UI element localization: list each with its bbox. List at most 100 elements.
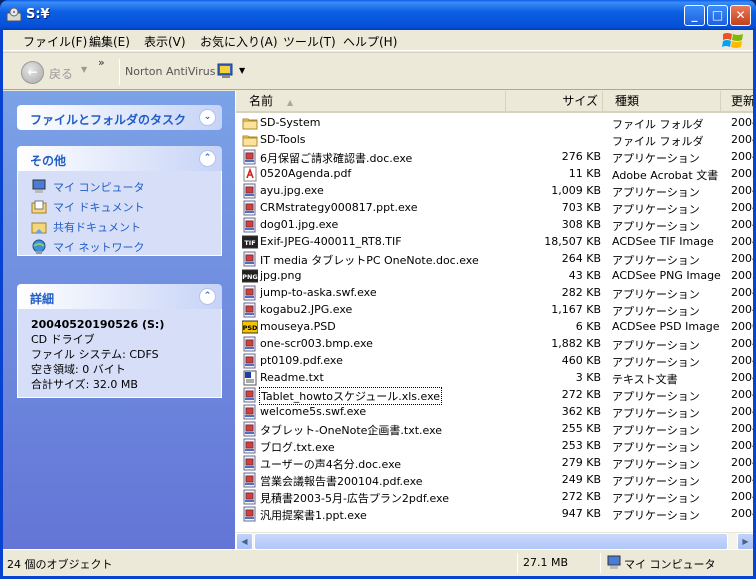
menu-help[interactable]: ヘルプ(H)	[343, 33, 397, 50]
link-label: マイ ドキュメント	[53, 201, 145, 214]
scroll-left-icon[interactable]: ◀	[236, 533, 253, 549]
collapse-icon[interactable]: ⌃	[199, 150, 216, 167]
menu-view[interactable]: 表示(V)	[144, 33, 186, 50]
menu-tools[interactable]: ツール(T)	[283, 33, 336, 50]
panel-title: 詳細	[30, 292, 55, 306]
drive-name: 20040520190526 (S:)	[31, 318, 165, 331]
file-row[interactable]: ユーザーの声4名分.doc.exe 279 KB アプリケーション 2004	[236, 455, 753, 472]
file-name: 見積書2003-5月-広告プラン2pdf.exe	[260, 492, 449, 505]
my-computer-icon	[607, 555, 621, 569]
file-type: アプリケーション	[612, 203, 700, 216]
column-date[interactable]: 更新	[721, 91, 753, 111]
file-name: mouseya.PSD	[260, 320, 336, 333]
file-type: ファイル フォルダ	[612, 118, 704, 131]
exe-file-icon	[242, 302, 258, 318]
file-row[interactable]: 見積書2003-5月-広告プラン2pdf.exe 272 KB アプリケーション 20…	[236, 489, 753, 506]
back-button[interactable]: ← 戻る ▼	[21, 61, 91, 85]
file-row[interactable]: dog01.jpg.exe 308 KB アプリケーション 2004	[236, 217, 753, 234]
drive-total-size: 合計サイズ: 32.0 MB	[31, 378, 138, 391]
window-title: S:¥	[26, 7, 50, 22]
panel-header-details[interactable]: 詳細 ⌃	[17, 284, 222, 309]
toolbar-separator	[119, 59, 120, 85]
column-name[interactable]: 名前 ▲	[236, 91, 506, 111]
exe-file-icon	[242, 217, 258, 233]
file-type: アプリケーション	[612, 305, 700, 318]
close-button[interactable]: ✕	[730, 5, 751, 26]
back-arrow-icon: ←	[21, 61, 44, 84]
status-object-count: 24 個のオブジェクト	[7, 558, 113, 571]
link-my-network[interactable]: マイ ネットワーク	[31, 237, 208, 257]
file-row[interactable]: ayu.jpg.exe 1,009 KB アプリケーション 2004	[236, 183, 753, 200]
file-row[interactable]: TIF Exif-JPEG-400011_RT8.TIF 18,507 KB ACDS…	[236, 234, 753, 251]
minimize-button[interactable]: _	[684, 5, 705, 26]
file-name: Readme.txt	[260, 371, 324, 384]
file-row[interactable]: welcome5s.swf.exe 362 KB アプリケーション 2004	[236, 404, 753, 421]
maximize-button[interactable]: □	[707, 5, 728, 26]
menu-edit[interactable]: 編集(E)	[89, 33, 130, 50]
panel-body-other: マイ コンピュータ マイ ドキュメント 共有ドキュメント マイ ネットワーク	[17, 171, 222, 256]
file-type: アプリケーション	[612, 458, 700, 471]
file-row[interactable]: pt0109.pdf.exe 460 KB アプリケーション 2004	[236, 353, 753, 370]
dropdown-arrow-icon[interactable]: ▼	[81, 65, 87, 74]
file-row[interactable]: SD-System ファイル フォルダ 2004	[236, 115, 753, 132]
link-label: 共有ドキュメント	[53, 221, 141, 234]
norton-antivirus-label[interactable]: Norton AntiVirus	[125, 65, 215, 78]
file-row[interactable]: タブレット-OneNote企画書.txt.exe 255 KB アプリケーション 20…	[236, 421, 753, 438]
file-date: 2004	[731, 218, 753, 231]
file-name: kogabu2.JPG.exe	[260, 303, 353, 316]
file-row[interactable]: jump-to-aska.swf.exe 282 KB アプリケーション 2004	[236, 285, 753, 302]
column-type[interactable]: 種類	[603, 91, 721, 111]
norton-antivirus-icon[interactable]	[217, 62, 235, 80]
file-name: IT media タブレットPC OneNote.doc.exe	[260, 254, 479, 267]
toolbar-chevron[interactable]: »	[98, 56, 105, 69]
pdf-file-icon	[242, 166, 258, 182]
file-row[interactable]: CRMstrategy000817.ppt.exe 703 KB アプリケーション 2…	[236, 200, 753, 217]
file-name: ブログ.txt.exe	[260, 441, 335, 454]
file-row[interactable]: IT media タブレットPC OneNote.doc.exe 264 KB アプ…	[236, 251, 753, 268]
menu-file[interactable]: ファイル(F)	[23, 33, 87, 50]
scroll-thumb[interactable]	[254, 533, 728, 549]
file-type: アプリケーション	[612, 390, 700, 403]
file-type: アプリケーション	[612, 254, 700, 267]
file-row[interactable]: 6月保留ご請求確認書.doc.exe 276 KB アプリケーション 2004	[236, 149, 753, 166]
file-row[interactable]: 0520Agenda.pdf 11 KB Adobe Acrobat 文書 2003	[236, 166, 753, 183]
file-name: welcome5s.swf.exe	[260, 405, 367, 418]
file-row[interactable]: SD-Tools ファイル フォルダ 2004	[236, 132, 753, 149]
link-my-computer[interactable]: マイ コンピュータ	[31, 177, 208, 197]
panel-header-other[interactable]: その他 ⌃	[17, 146, 222, 171]
expand-icon[interactable]: ⌄	[199, 109, 216, 126]
file-size: 308 KB	[561, 218, 601, 231]
panel-header-file-tasks[interactable]: ファイルとフォルダのタスク ⌄	[17, 105, 222, 130]
collapse-icon[interactable]: ⌃	[199, 288, 216, 305]
link-shared-documents[interactable]: 共有ドキュメント	[31, 217, 208, 237]
exe-file-icon	[242, 506, 258, 522]
file-date: 2004	[731, 439, 753, 452]
exe-file-icon	[242, 387, 258, 403]
file-name: Tablet_howtoスケジュール.xls.exe	[258, 387, 443, 405]
file-row[interactable]: Tablet_howtoスケジュール.xls.exe 272 KB アプリケーション…	[236, 387, 753, 405]
file-row[interactable]: ブログ.txt.exe 253 KB アプリケーション 2004	[236, 438, 753, 455]
norton-dropdown-icon[interactable]: ▼	[239, 66, 245, 75]
file-row[interactable]: PSDmouseya.PSD 6 KB ACDSee PSD Image 2000	[236, 319, 753, 336]
exe-file-icon	[242, 149, 258, 165]
folder-icon	[242, 132, 258, 148]
file-row[interactable]: 汎用提案書1.ppt.exe 947 KB アプリケーション 2004	[236, 506, 753, 523]
file-size: 11 KB	[568, 167, 601, 180]
drive-filesystem: ファイル システム: CDFS	[31, 348, 159, 361]
file-row[interactable]: kogabu2.JPG.exe 1,167 KB アプリケーション 2004	[236, 302, 753, 319]
horizontal-scrollbar[interactable]: ◀ ▶	[236, 532, 753, 549]
explorer-window: S:¥ _ □ ✕ ファイル(F) 編集(E) 表示(V) お気に入り(A) ツ…	[0, 0, 756, 579]
link-my-documents[interactable]: マイ ドキュメント	[31, 197, 208, 217]
title-bar[interactable]: S:¥ _ □ ✕	[0, 0, 756, 30]
menu-favorites[interactable]: お気に入り(A)	[200, 33, 278, 50]
exe-file-icon	[242, 404, 258, 420]
tif-file-icon: TIF	[241, 234, 259, 250]
scroll-right-icon[interactable]: ▶	[737, 533, 753, 549]
file-type: ACDSee PSD Image	[612, 320, 720, 333]
file-type: アプリケーション	[612, 288, 700, 301]
file-row[interactable]: 営業会議報告書200104.pdf.exe 249 KB アプリケーション 2004	[236, 472, 753, 489]
file-row[interactable]: PNGjpg.png 43 KB ACDSee PNG Image 2003	[236, 268, 753, 285]
column-size[interactable]: サイズ	[506, 91, 603, 111]
file-row[interactable]: one-scr003.bmp.exe 1,882 KB アプリケーション 2004	[236, 336, 753, 353]
file-row[interactable]: Readme.txt 3 KB テキスト文書 2004	[236, 370, 753, 387]
